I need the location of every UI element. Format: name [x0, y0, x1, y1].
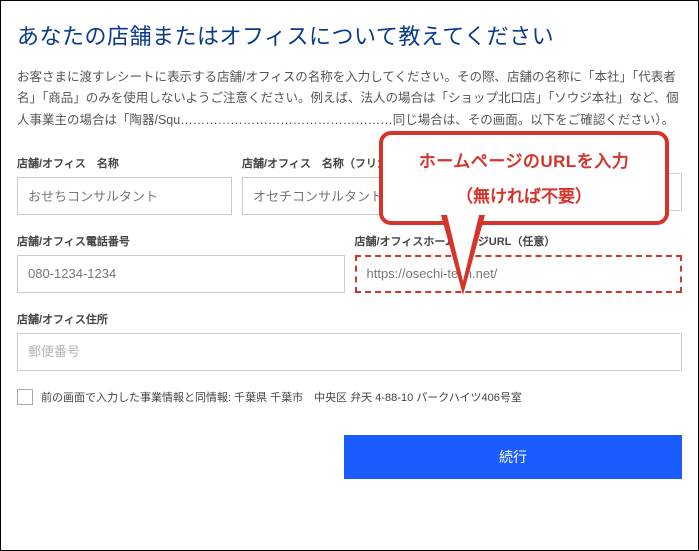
- continue-button[interactable]: 続行: [344, 435, 682, 479]
- store-name-input[interactable]: [17, 177, 232, 215]
- address-input[interactable]: [17, 333, 682, 371]
- annotation-line-2: （無ければ不要）: [397, 182, 651, 207]
- same-as-business-label: 前の画面で入力した事業情報と同情報: 千葉県 千葉市 中央区 弁天 4-88-1…: [41, 389, 522, 405]
- url-input[interactable]: [355, 255, 683, 293]
- label-url: 店舗/オフィスホームページURL（任意）: [355, 233, 683, 249]
- phone-input[interactable]: [17, 255, 345, 293]
- label-phone: 店舗/オフィス電話番号: [17, 233, 345, 249]
- label-store-name: 店舗/オフィス 名称: [17, 155, 232, 171]
- annotation-callout: ホームページのURLを入力 （無ければ不要）: [379, 131, 669, 225]
- page-title: あなたの店舗またはオフィスについて教えてください: [17, 19, 682, 51]
- annotation-line-1: ホームページのURLを入力: [397, 147, 651, 172]
- page-description: お客さまに渡すレシートに表示する店舗/オフィスの名称を入力してください。その際、…: [17, 67, 682, 131]
- label-address: 店舗/オフィス住所: [17, 311, 682, 327]
- same-as-business-checkbox[interactable]: [17, 389, 33, 405]
